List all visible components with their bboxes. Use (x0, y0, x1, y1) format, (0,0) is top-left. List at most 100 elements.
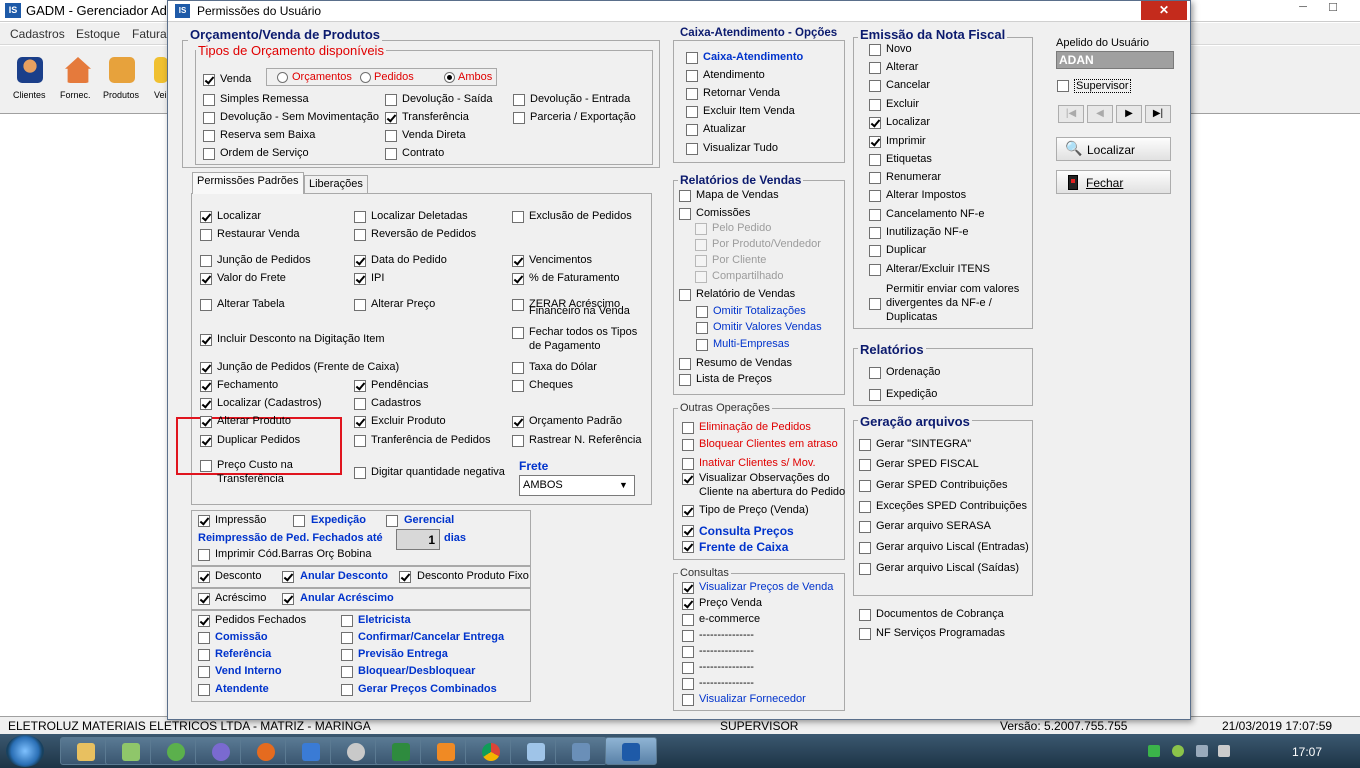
e-commerce-checkbox[interactable] (682, 614, 694, 626)
anular-desconto-checkbox[interactable] (282, 571, 294, 583)
excluir-produto-checkbox[interactable] (354, 416, 366, 428)
fechamento-checkbox[interactable] (200, 380, 212, 392)
acrescimo-checkbox[interactable] (198, 593, 210, 605)
gerar-sintegra-checkbox[interactable] (859, 439, 871, 451)
referencia-checkbox[interactable] (198, 649, 210, 661)
fechar-button[interactable]: Fechar (1056, 170, 1171, 194)
duplicar-pedidos-checkbox[interactable] (200, 435, 212, 447)
transferencia-checkbox[interactable] (385, 112, 397, 124)
placeholder-3-checkbox[interactable] (682, 662, 694, 674)
inativar-clientes-checkbox[interactable] (682, 458, 694, 470)
desconto-checkbox[interactable] (198, 571, 210, 583)
supervisor-checkbox[interactable] (1057, 80, 1069, 92)
nf-alterar-itens-checkbox[interactable] (869, 264, 881, 276)
alterar-preco-checkbox[interactable] (354, 299, 366, 311)
desconto-fixo-checkbox[interactable] (399, 571, 411, 583)
radio-pedidos[interactable] (360, 72, 371, 83)
nf-etiquetas-checkbox[interactable] (869, 154, 881, 166)
atendente-checkbox[interactable] (198, 684, 210, 696)
nf-localizar-checkbox[interactable] (869, 117, 881, 129)
reversao-pedidos-checkbox[interactable] (354, 229, 366, 241)
cadastros-checkbox[interactable] (354, 398, 366, 410)
multi-empresas-checkbox[interactable] (696, 339, 708, 351)
juncao-pedidos-checkbox[interactable] (200, 255, 212, 267)
incluir-desconto-checkbox[interactable] (200, 334, 212, 346)
visualizar-precos-venda-checkbox[interactable] (682, 582, 694, 594)
placeholder-1-checkbox[interactable] (682, 630, 694, 642)
perc-faturamento-checkbox[interactable] (512, 273, 524, 285)
impressao-checkbox[interactable] (198, 515, 210, 527)
vend-interno-checkbox[interactable] (198, 666, 210, 678)
exclusao-pedidos-checkbox[interactable] (512, 211, 524, 223)
nf-cancelamento-checkbox[interactable] (869, 209, 881, 221)
nf-cancelar-checkbox[interactable] (869, 80, 881, 92)
taxa-dolar-checkbox[interactable] (512, 362, 524, 374)
volume-icon[interactable] (1218, 745, 1230, 757)
omitir-valores-checkbox[interactable] (696, 322, 708, 334)
gerar-liscal-saidas-checkbox[interactable] (859, 563, 871, 575)
gerar-liscal-entradas-checkbox[interactable] (859, 542, 871, 554)
juncao-frente-caixa-checkbox[interactable] (200, 362, 212, 374)
toolbar-produtos-button[interactable]: Produtos (100, 54, 144, 104)
last-record-button[interactable]: ▶| (1145, 105, 1171, 123)
bobina-checkbox[interactable] (198, 549, 210, 561)
next-record-button[interactable]: ▶ (1116, 105, 1142, 123)
placeholder-4-checkbox[interactable] (682, 678, 694, 690)
zerar-acrescimo-checkbox[interactable] (512, 299, 524, 311)
visualizar-observacoes-checkbox[interactable] (682, 473, 694, 485)
venda-direta-checkbox[interactable] (385, 130, 397, 142)
caixa-atendimento-checkbox[interactable] (686, 52, 698, 64)
nf-renumerar-checkbox[interactable] (869, 172, 881, 184)
orcamento-padrao-checkbox[interactable] (512, 416, 524, 428)
ordem-servico-checkbox[interactable] (203, 148, 215, 160)
menu-cadastros[interactable]: Cadastros (10, 27, 65, 41)
documentos-cobranca-checkbox[interactable] (859, 609, 871, 621)
start-button[interactable] (6, 735, 44, 767)
reserva-sem-baixa-checkbox[interactable] (203, 130, 215, 142)
venda-checkbox[interactable] (203, 74, 215, 86)
compartilhado-checkbox[interactable] (695, 271, 707, 283)
digitar-qtd-negativa-checkbox[interactable] (354, 467, 366, 479)
minimize-icon[interactable]: ─ (1288, 1, 1318, 19)
tab-permissoes-padroes[interactable]: Permissões Padrões (192, 172, 304, 194)
consulta-precos-checkbox[interactable] (682, 525, 694, 537)
bloquear-clientes-checkbox[interactable] (682, 439, 694, 451)
gerar-sped-fiscal-checkbox[interactable] (859, 459, 871, 471)
frete-select[interactable]: AMBOS ▼ (519, 475, 635, 496)
resumo-vendas-checkbox[interactable] (679, 358, 691, 370)
alterar-tabela-checkbox[interactable] (200, 299, 212, 311)
gerencial-checkbox[interactable] (386, 515, 398, 527)
contrato-checkbox[interactable] (385, 148, 397, 160)
gerar-sped-contrib-checkbox[interactable] (859, 480, 871, 492)
tipo-preco-checkbox[interactable] (682, 505, 694, 517)
nf-duplicar-checkbox[interactable] (869, 245, 881, 257)
bloquear-desbloquear-checkbox[interactable] (341, 666, 353, 678)
menu-estoque[interactable]: Estoque (76, 27, 120, 41)
network-icon[interactable] (1196, 745, 1208, 757)
ordenacao-checkbox[interactable] (869, 367, 881, 379)
pelo-pedido-checkbox[interactable] (695, 223, 707, 235)
valor-frete-checkbox[interactable] (200, 273, 212, 285)
localizar-deletadas-checkbox[interactable] (354, 211, 366, 223)
cheques-checkbox[interactable] (512, 380, 524, 392)
tranferencia-pedidos-checkbox[interactable] (354, 435, 366, 447)
maximize-icon[interactable]: ☐ (1318, 1, 1348, 19)
fechar-tipos-checkbox[interactable] (512, 327, 524, 339)
omitir-totalizacoes-checkbox[interactable] (696, 306, 708, 318)
retornar-venda-checkbox[interactable] (686, 88, 698, 100)
clock[interactable]: 17:07 (1292, 745, 1322, 759)
simples-remessa-checkbox[interactable] (203, 94, 215, 106)
localizar-checkbox[interactable] (200, 211, 212, 223)
por-produto-checkbox[interactable] (695, 239, 707, 251)
shield-icon[interactable] (1148, 745, 1160, 757)
mapa-vendas-checkbox[interactable] (679, 190, 691, 202)
nf-alterar-checkbox[interactable] (869, 62, 881, 74)
gerar-precos-checkbox[interactable] (341, 684, 353, 696)
restaurar-venda-checkbox[interactable] (200, 229, 212, 241)
eliminacao-pedidos-checkbox[interactable] (682, 422, 694, 434)
ipi-checkbox[interactable] (354, 273, 366, 285)
eletricista-checkbox[interactable] (341, 615, 353, 627)
frente-caixa-checkbox[interactable] (682, 541, 694, 553)
excluir-item-venda-checkbox[interactable] (686, 106, 698, 118)
taskbar-gadm[interactable] (605, 737, 657, 765)
